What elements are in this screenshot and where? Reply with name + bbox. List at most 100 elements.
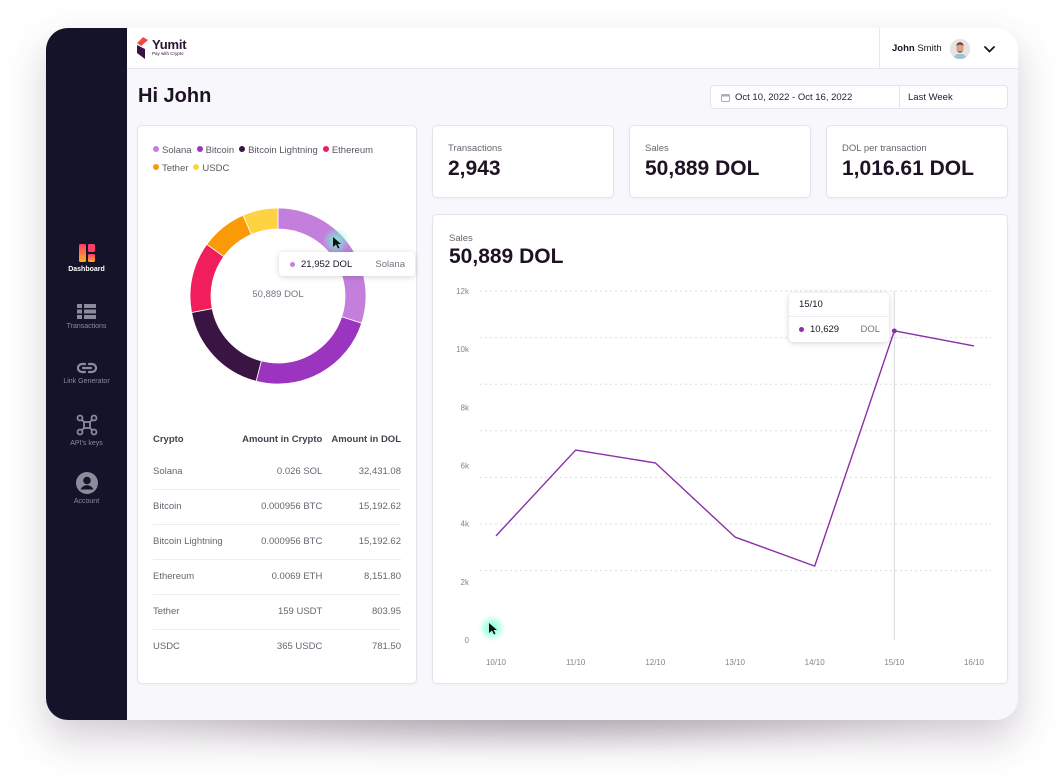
amount-dol: 32,431.08: [358, 465, 401, 477]
donut-slice-bitcoin-lightning[interactable]: [191, 308, 262, 382]
legend-label: Bitcoin Lightning: [248, 145, 318, 156]
table-row[interactable]: Ethereum 0.0069 ETH 8,151.80: [153, 558, 401, 594]
stat-card-dol-per-transaction: DOL per transaction 1,016.61 DOL: [826, 125, 1008, 198]
amount-crypto: 365 USDC: [231, 628, 323, 664]
stat-value: 1,016.61 DOL: [842, 157, 974, 180]
tooltip-label: Solana: [375, 258, 405, 270]
user-menu[interactable]: John Smith: [879, 28, 1018, 69]
yumit-logo-icon: [137, 37, 148, 59]
amount-dol: 8,151.80: [322, 558, 401, 594]
x-tick-label: 15/10: [884, 658, 905, 667]
stat-value: 50,889 DOL: [645, 157, 760, 180]
x-tick-label: 14/10: [805, 658, 826, 667]
x-tick-label: 11/10: [566, 658, 586, 667]
legend-item[interactable]: Solana: [153, 142, 192, 160]
legend-color-dot: [196, 146, 203, 152]
series-line-dol: [495, 330, 975, 567]
date-range-field[interactable]: Oct 10, 2022 - Oct 16, 2022: [711, 86, 900, 108]
table-row[interactable]: Bitcoin Lightning 0.000956 BTC 15,192.62: [153, 523, 401, 559]
sidebar-item-label: Dashboard: [68, 266, 105, 273]
amount-dol: 15,192.62: [322, 523, 401, 559]
date-preset-select[interactable]: Last Week: [900, 86, 1007, 108]
table-row[interactable]: Tether 159 USDT 803.95: [153, 593, 401, 629]
stat-value: 2,943: [448, 157, 501, 180]
stat-label: Transactions: [448, 143, 503, 154]
amount-crypto: 159 USDT: [231, 593, 323, 629]
link-icon: [76, 362, 97, 374]
table-row[interactable]: Bitcoin 0.000956 BTC 15,192.62: [153, 488, 401, 524]
tooltip-unit: DOL: [860, 323, 880, 335]
legend-item[interactable]: USDC: [193, 160, 229, 178]
brand-tagline: Pay with Crypto: [152, 51, 184, 56]
legend-label: Tether: [162, 163, 189, 174]
crypto-name: Ethereum: [153, 558, 232, 594]
table-header-row: Crypto Amount in Crypto Amount in DOL: [153, 424, 401, 454]
legend-item[interactable]: Ethereum: [322, 142, 373, 160]
stat-label: DOL per transaction: [842, 143, 927, 154]
legend-color-dot: [153, 164, 159, 170]
y-tick-label: 6k: [461, 462, 470, 471]
amount-crypto: 0.000956 BTC: [231, 488, 323, 524]
amount-dol: 781.50: [322, 628, 401, 664]
network-icon: [76, 414, 97, 436]
tooltip-row: 10,629 DOL: [789, 317, 889, 341]
donut-slice-bitcoin[interactable]: [255, 316, 363, 385]
x-tick-label: 13/10: [725, 658, 746, 667]
y-tick-label: 12k: [456, 287, 470, 296]
tooltip-value: 10,629: [810, 323, 840, 335]
x-tick-label: 10/10: [486, 658, 507, 667]
table-row[interactable]: USDC 365 USDC 781.50: [153, 628, 401, 664]
tooltip-color-dot: [290, 261, 295, 267]
top-bar: Yumit Pay with Crypto John Smith: [127, 28, 1018, 69]
crypto-name: Bitcoin: [153, 488, 232, 524]
user-name: John Smith: [892, 43, 942, 54]
sidebar-item-label: Transactions: [66, 323, 107, 330]
chart-tooltip: 15/10 10,629 DOL: [789, 293, 889, 342]
stat-card-transactions: Transactions 2,943: [432, 125, 614, 198]
amount-crypto: 0.000956 BTC: [231, 523, 323, 559]
crypto-name: USDC: [153, 628, 232, 664]
chevron-down-icon[interactable]: [983, 40, 995, 58]
column-header[interactable]: Crypto: [153, 424, 232, 454]
y-tick-label: 4k: [461, 520, 470, 529]
mouse-cursor-icon: [489, 623, 497, 635]
calendar-icon: [721, 93, 730, 102]
date-range-picker: Oct 10, 2022 - Oct 16, 2022 Last Week: [710, 85, 1008, 109]
donut-tooltip: 21,952 DOL Solana: [279, 252, 415, 276]
sales-chart-card: Sales 50,889 DOL 0 2k 4k 6k 8k 10k 12k 10/10 11/…: [432, 214, 1008, 684]
sidebar-item-account[interactable]: Account: [46, 472, 127, 505]
legend-item[interactable]: Tether: [153, 160, 188, 178]
date-range-text: Oct 10, 2022 - Oct 16, 2022: [735, 91, 853, 103]
tooltip-value: 21,952 DOL: [301, 258, 353, 270]
legend-item[interactable]: Bitcoin Lightning: [239, 142, 318, 160]
crypto-table: Crypto Amount in Crypto Amount in DOL So…: [153, 424, 401, 664]
logo[interactable]: Yumit Pay with Crypto: [137, 37, 187, 59]
sidebar-item-link-generator[interactable]: Link Generator: [46, 362, 127, 385]
legend-item[interactable]: Bitcoin: [196, 142, 235, 160]
donut-legend: Solana Bitcoin Bitcoin Lightning Ethereum Te…: [153, 142, 403, 178]
account-icon: [75, 472, 98, 494]
sidebar-item-api-keys[interactable]: API's keys: [46, 414, 127, 447]
tooltip-color-dot: [799, 326, 804, 332]
legend-color-dot: [239, 146, 246, 152]
donut-center-total: 50,889 DOL: [252, 289, 304, 300]
crypto-name: Tether: [153, 593, 232, 629]
amount-dol: 803.95: [322, 593, 401, 629]
amount-crypto: 0.0069 ETH: [231, 558, 323, 594]
user-photo-icon: [949, 38, 970, 59]
sales-line-chart: 0 2k 4k 6k 8k 10k 12k 10/10 11/10 12/10 13/10 14/10…: [456, 287, 991, 667]
avatar[interactable]: [949, 38, 970, 59]
stat-label: Sales: [645, 143, 669, 154]
app-window: Dashboard Transactions Link Generator AP…: [46, 28, 1018, 720]
donut-slice-ethereum[interactable]: [189, 243, 225, 313]
y-tick-label: 0: [465, 636, 470, 645]
column-header[interactable]: Amount in Crypto: [232, 424, 322, 454]
column-header[interactable]: Amount in DOL: [322, 424, 401, 454]
sidebar-item-transactions[interactable]: Transactions: [46, 304, 127, 330]
data-point[interactable]: [891, 328, 897, 334]
table-row[interactable]: Solana 0.026 SOL 32,431.08: [153, 454, 401, 489]
stat-card-sales: Sales 50,889 DOL: [629, 125, 811, 198]
legend-color-dot: [322, 146, 329, 152]
legend-label: Bitcoin: [205, 145, 235, 156]
sidebar-item-dashboard[interactable]: Dashboard: [46, 244, 127, 273]
